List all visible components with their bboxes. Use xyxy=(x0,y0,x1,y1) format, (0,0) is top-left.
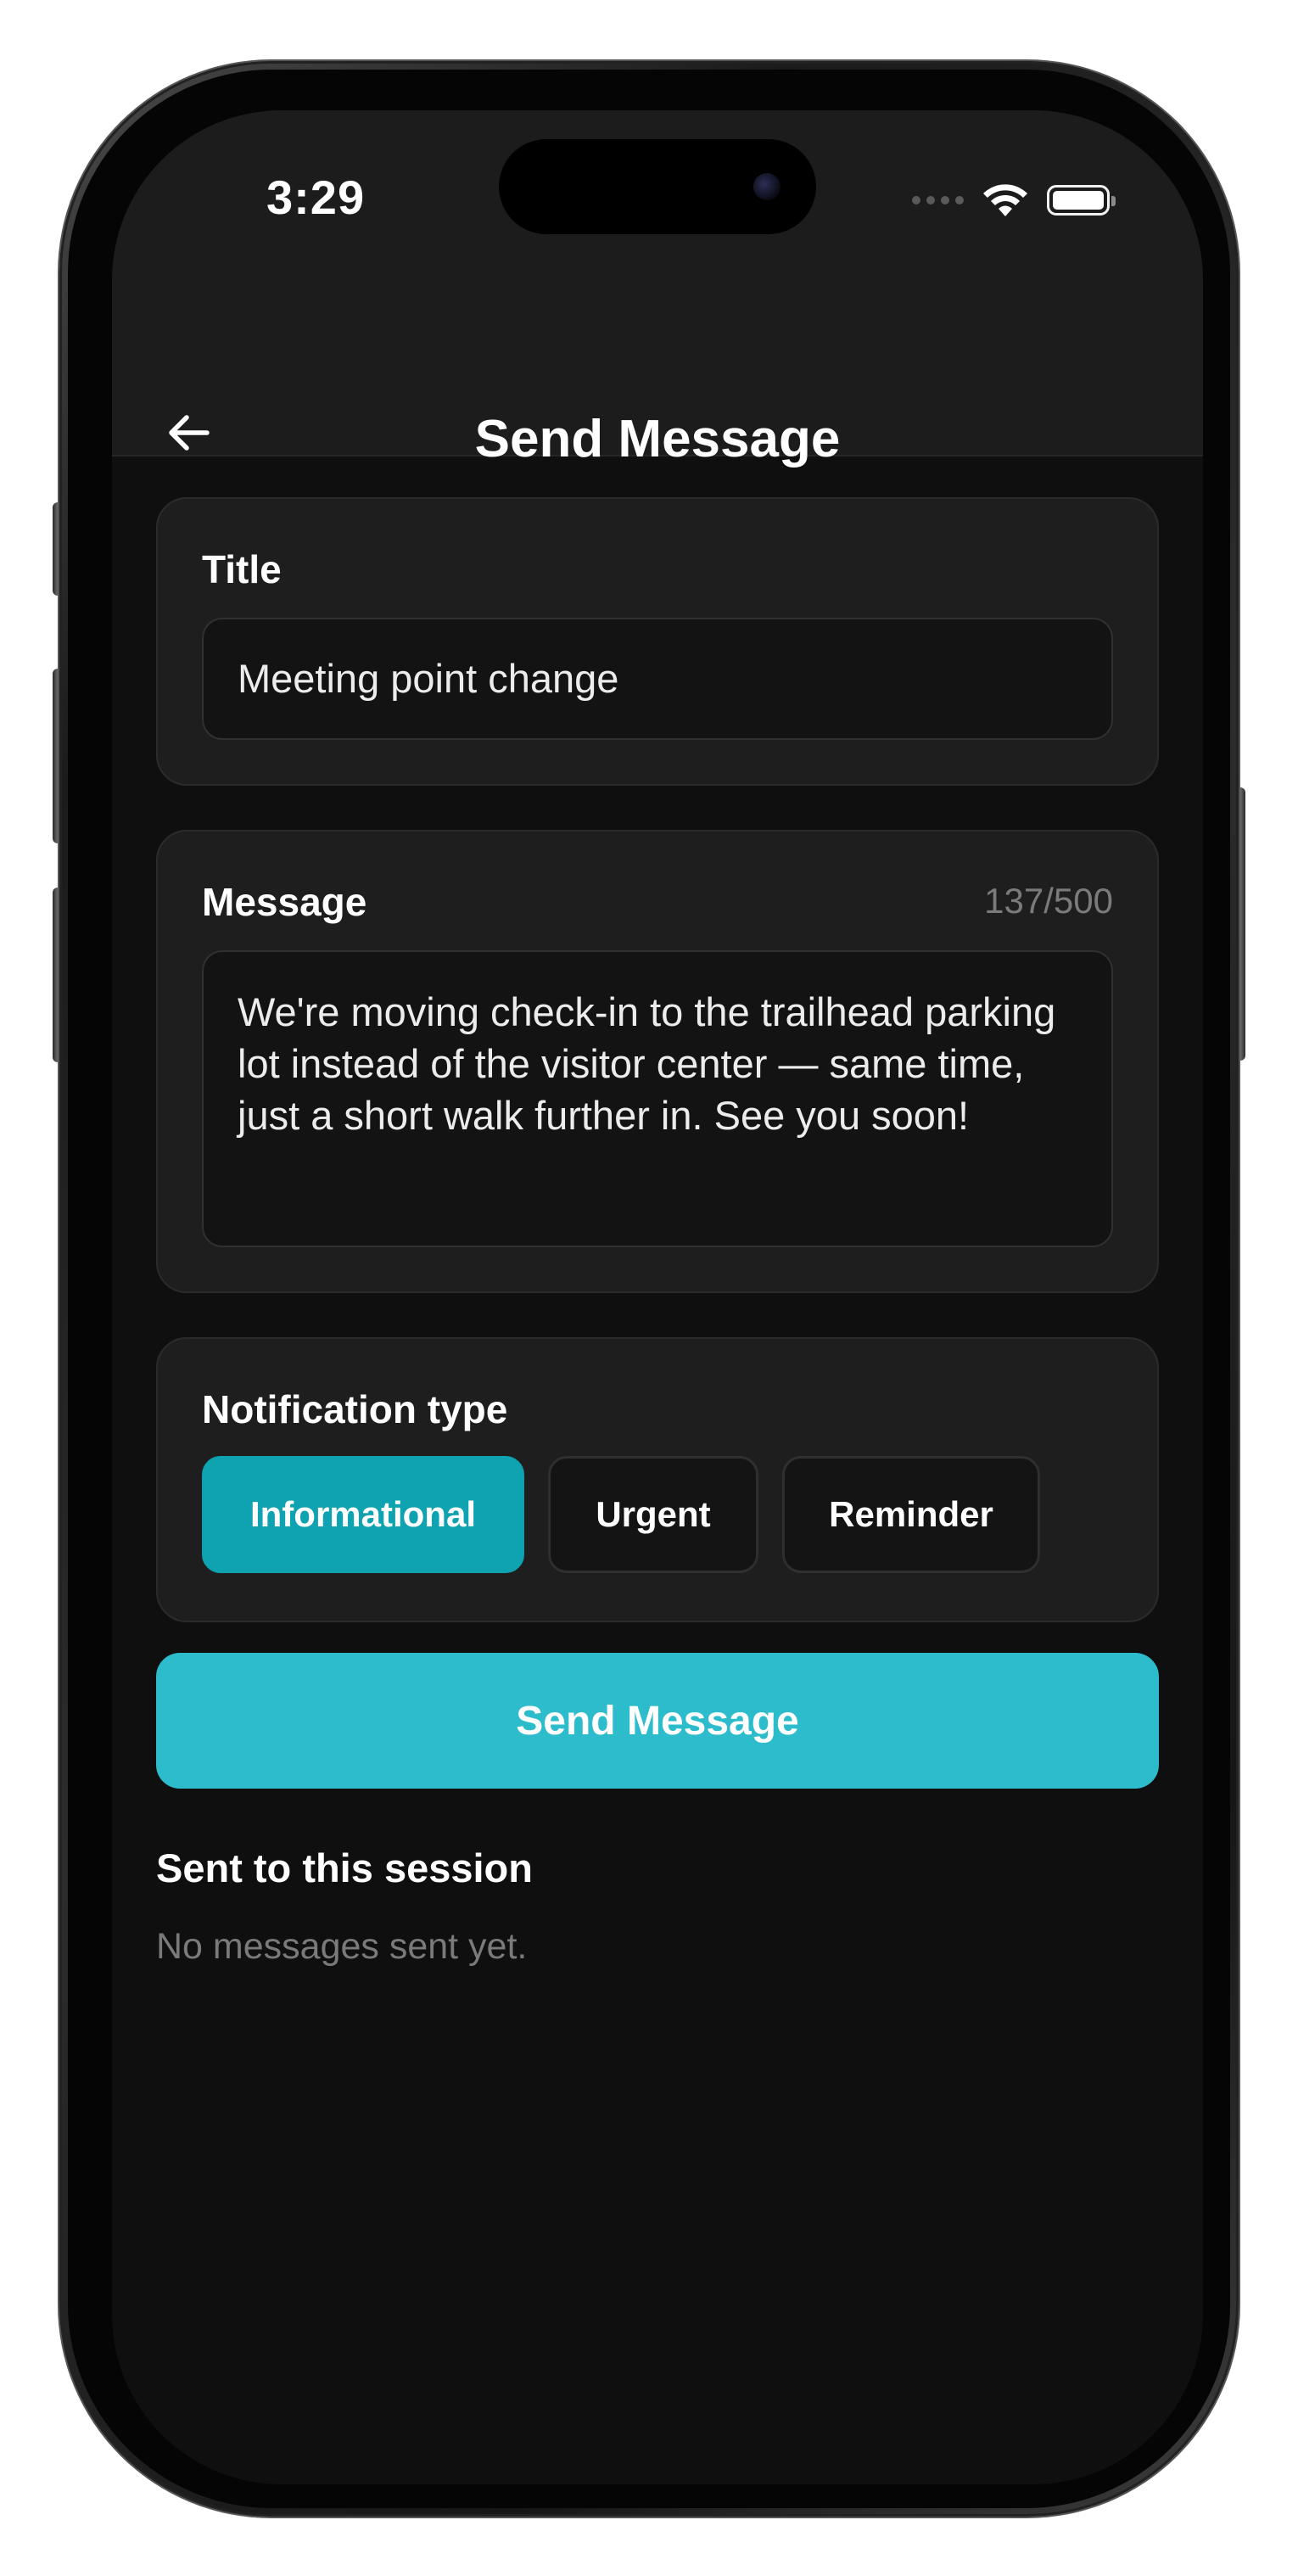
phone-frame: 3:29 Send Message Title Meeting point ch… xyxy=(59,61,1239,2517)
battery-icon xyxy=(1047,185,1116,216)
notification-type-options: Informational Urgent Reminder xyxy=(202,1456,1040,1573)
message-textarea[interactable]: We're moving check-in to the trailhead p… xyxy=(202,950,1113,1247)
phone-bezel: 3:29 Send Message Title Meeting point ch… xyxy=(68,70,1230,2508)
option-informational[interactable]: Informational xyxy=(202,1456,524,1573)
status-icons xyxy=(912,180,1116,221)
character-counter: 137/500 xyxy=(984,881,1113,921)
sent-section-title: Sent to this session xyxy=(156,1845,533,1890)
title-card: Title Meeting point change xyxy=(156,497,1159,786)
title-input[interactable]: Meeting point change xyxy=(202,618,1113,740)
top-bar: 3:29 Send Message xyxy=(112,110,1203,468)
signal-dots-icon xyxy=(912,196,964,204)
message-label: Message xyxy=(202,880,367,924)
empty-state-text: No messages sent yet. xyxy=(156,1926,528,1967)
dynamic-island xyxy=(499,139,816,234)
message-card: Message 137/500 We're moving check-in to… xyxy=(156,830,1159,1293)
page-title: Send Message xyxy=(474,410,841,468)
title-label: Title xyxy=(202,547,282,591)
notification-type-label: Notification type xyxy=(202,1387,508,1431)
send-message-button[interactable]: Send Message xyxy=(156,1653,1159,1789)
status-time: 3:29 xyxy=(266,171,366,224)
camera-icon xyxy=(753,173,780,200)
option-urgent[interactable]: Urgent xyxy=(548,1456,758,1573)
app-screen: 3:29 Send Message Title Meeting point ch… xyxy=(112,110,1203,2484)
notification-type-card: Notification type Informational Urgent R… xyxy=(156,1337,1159,1622)
option-reminder[interactable]: Reminder xyxy=(782,1456,1040,1573)
wifi-icon xyxy=(983,184,1027,216)
device-scene: 3:29 Send Message Title Meeting point ch… xyxy=(0,0,1298,2576)
